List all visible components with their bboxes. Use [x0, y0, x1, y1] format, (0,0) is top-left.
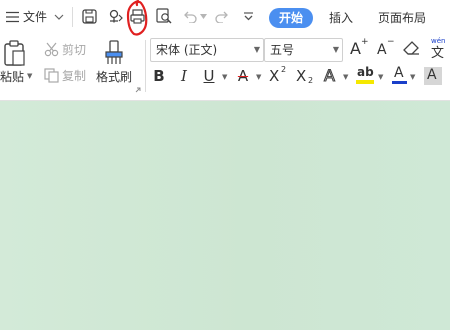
grow-font-button[interactable]: A + — [350, 38, 370, 60]
shrink-font-button[interactable]: A − — [377, 38, 397, 60]
redo-icon[interactable] — [215, 10, 229, 23]
group-divider — [145, 40, 146, 92]
output-icon[interactable] — [108, 9, 124, 24]
font-name-value: 宋体 (正文) — [156, 43, 218, 57]
font-name-select[interactable]: 宋体 (正文) ▼ — [150, 38, 264, 62]
superscript-x-icon: X — [269, 67, 280, 85]
font-color-dropdown-icon[interactable]: ▼ — [410, 74, 415, 81]
print-preview-icon[interactable] — [156, 8, 173, 24]
ribbon: 文件 开始 插入 页面布局 粘贴 ▼ 剪切 复制 格式刷 宋体 (正文) ▼ 五… — [0, 0, 450, 101]
cut-button[interactable]: 剪切 — [62, 44, 86, 56]
font-color-button[interactable]: A — [392, 66, 408, 86]
font-size-value: 五号 — [270, 43, 295, 57]
text-effect-button[interactable]: A — [323, 66, 342, 86]
underline-dropdown-icon[interactable]: ▼ — [222, 74, 227, 81]
menu-icon[interactable] — [6, 11, 19, 23]
subscript-button[interactable]: X 2 — [296, 66, 316, 86]
subscript-x-icon: X — [296, 67, 307, 85]
format-painter-icon[interactable] — [104, 40, 124, 66]
italic-button[interactable]: I — [177, 66, 191, 86]
undo-icon[interactable] — [183, 10, 197, 23]
pinyin-char-icon: 文 — [431, 46, 445, 61]
underline-button[interactable]: U — [201, 66, 217, 86]
highlight-button[interactable]: ab — [356, 66, 376, 86]
font-size-caret-icon[interactable]: ▼ — [333, 39, 339, 61]
print-icon[interactable] — [130, 9, 145, 24]
eraser-icon[interactable] — [403, 41, 420, 57]
copy-button[interactable]: 复制 — [62, 70, 86, 82]
toolbar-divider — [72, 7, 73, 27]
font-color-bar — [392, 81, 407, 84]
tab-insert[interactable]: 插入 — [329, 12, 353, 24]
strikethrough-button[interactable]: A — [235, 66, 251, 86]
chevron-down-icon[interactable] — [54, 13, 64, 21]
undo-dropdown-icon[interactable] — [200, 14, 207, 19]
text-effect-dropdown-icon[interactable]: ▼ — [343, 74, 348, 81]
highlight-color-bar — [356, 80, 374, 84]
paste-dropdown-icon[interactable]: ▼ — [27, 73, 32, 80]
customize-quick-access-icon[interactable] — [243, 11, 254, 22]
bold-button[interactable]: B — [150, 66, 168, 86]
document-canvas[interactable] — [0, 101, 450, 330]
tab-page-layout[interactable]: 页面布局 — [378, 12, 426, 24]
char-shading-button[interactable]: A — [424, 67, 442, 85]
scissors-icon[interactable] — [44, 42, 59, 57]
strikethrough-dropdown-icon[interactable]: ▼ — [256, 74, 261, 81]
highlight-ab-icon: ab — [357, 65, 374, 79]
highlight-dropdown-icon[interactable]: ▼ — [378, 74, 383, 81]
paste-button[interactable]: 粘贴 — [0, 71, 24, 83]
tab-home[interactable]: 开始 — [269, 8, 313, 28]
dialog-launcher-icon[interactable] — [135, 87, 141, 93]
font-name-caret-icon[interactable]: ▼ — [254, 39, 260, 61]
save-icon[interactable] — [82, 9, 97, 24]
paste-icon[interactable] — [3, 40, 25, 66]
superscript-button[interactable]: X 2 — [269, 66, 289, 86]
file-menu[interactable]: 文件 — [23, 11, 47, 23]
font-size-select[interactable]: 五号 ▼ — [264, 38, 343, 62]
format-painter-button[interactable]: 格式刷 — [96, 71, 132, 83]
copy-icon[interactable] — [44, 68, 59, 83]
pinyin-guide-button[interactable]: wén 文 — [430, 38, 450, 62]
